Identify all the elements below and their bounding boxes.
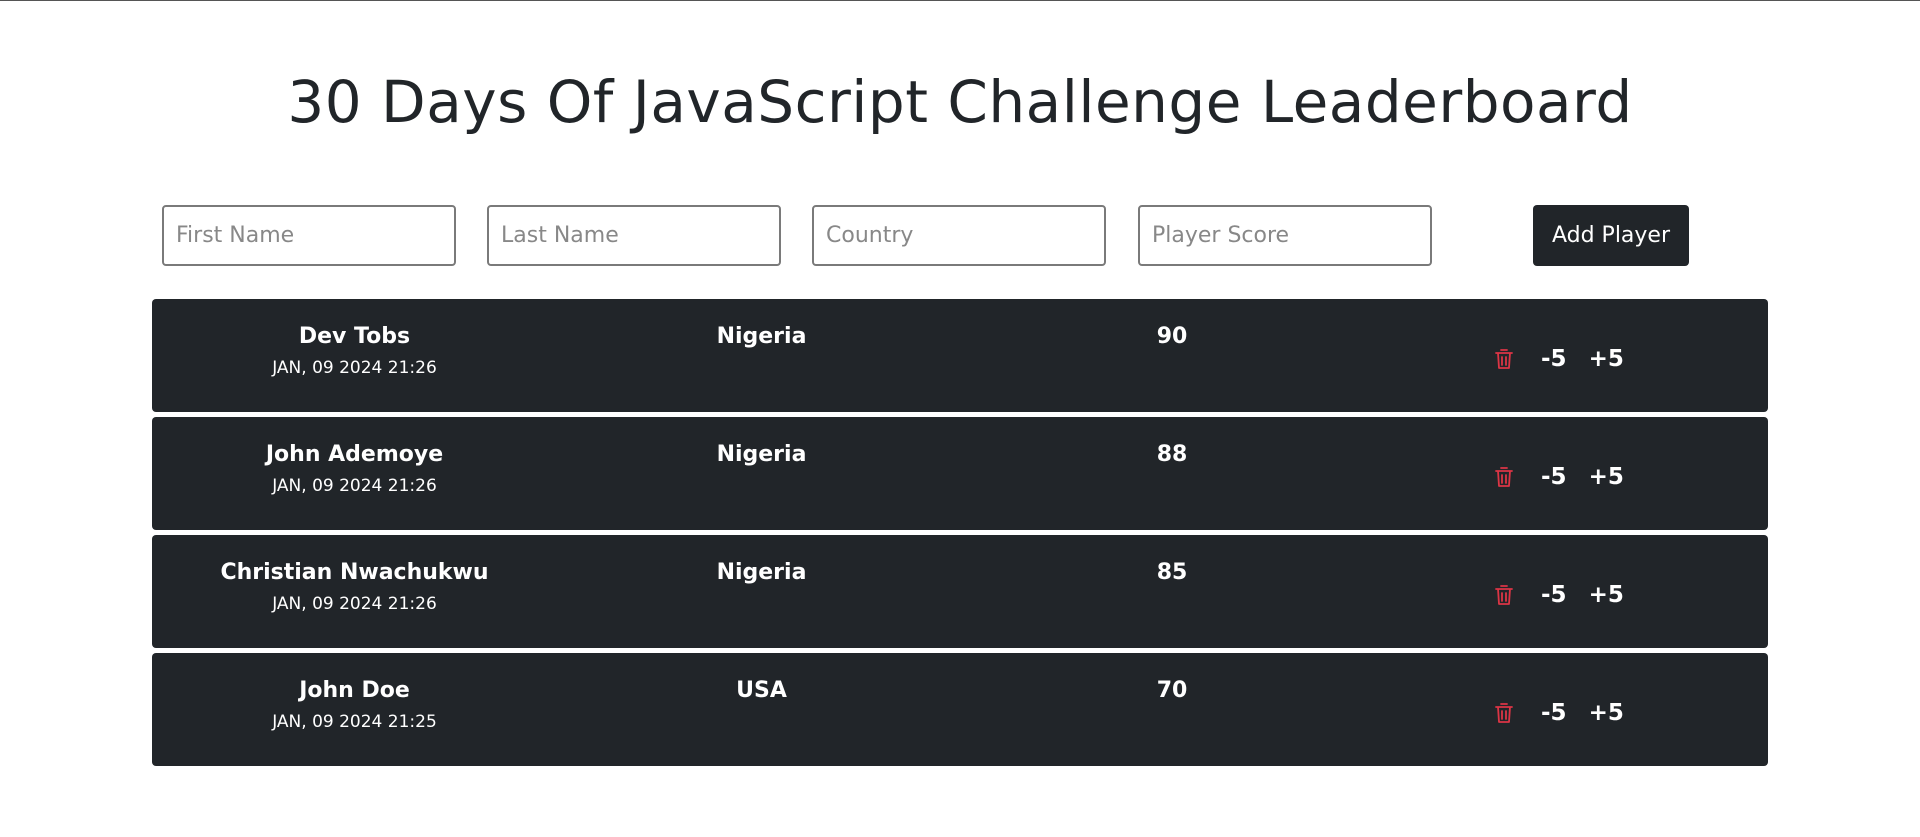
trash-icon[interactable] (1492, 582, 1516, 608)
player-country: Nigeria (716, 442, 807, 467)
player-row: Dev Tobs JAN, 09 2024 21:26 Nigeria 90 -… (152, 299, 1768, 412)
player-name-cell: Dev Tobs JAN, 09 2024 21:26 (207, 323, 502, 379)
decrease-score-button[interactable]: -5 (1541, 698, 1567, 728)
player-name: John Ademoye (265, 442, 444, 467)
player-name-cell: Christian Nwachukwu JAN, 09 2024 21:26 (207, 559, 502, 615)
page-title: 30 Days Of JavaScript Challenge Leaderbo… (287, 68, 1633, 136)
player-name: John Doe (299, 678, 410, 703)
player-actions: -5 +5 (1492, 461, 1624, 493)
leaderboard: Dev Tobs JAN, 09 2024 21:26 Nigeria 90 -… (152, 299, 1768, 771)
trash-icon[interactable] (1492, 346, 1516, 372)
decrease-score-button[interactable]: -5 (1541, 580, 1567, 610)
player-date: JAN, 09 2024 21:26 (272, 358, 437, 378)
player-actions: -5 +5 (1492, 579, 1624, 611)
player-score: 70 (1156, 678, 1188, 703)
country-input[interactable] (812, 205, 1106, 266)
player-row: John Ademoye JAN, 09 2024 21:26 Nigeria … (152, 417, 1768, 530)
player-score: 90 (1156, 324, 1188, 349)
player-score: 85 (1156, 560, 1188, 585)
add-player-button[interactable]: Add Player (1533, 205, 1689, 266)
player-score: 88 (1156, 442, 1188, 467)
player-score-input[interactable] (1138, 205, 1432, 266)
increase-score-button[interactable]: +5 (1589, 462, 1624, 492)
player-country: USA (736, 678, 787, 703)
decrease-score-button[interactable]: -5 (1541, 344, 1567, 374)
increase-score-button[interactable]: +5 (1589, 698, 1624, 728)
increase-score-button[interactable]: +5 (1589, 580, 1624, 610)
decrease-score-button[interactable]: -5 (1541, 462, 1567, 492)
last-name-input[interactable] (487, 205, 781, 266)
player-date: JAN, 09 2024 21:25 (272, 712, 437, 732)
player-date: JAN, 09 2024 21:26 (272, 594, 437, 614)
player-country: Nigeria (716, 560, 807, 585)
player-country: Nigeria (716, 324, 807, 349)
add-player-form: Add Player (0, 205, 1920, 266)
player-name-cell: John Doe JAN, 09 2024 21:25 (207, 677, 502, 733)
player-date: JAN, 09 2024 21:26 (272, 476, 437, 496)
trash-icon[interactable] (1492, 464, 1516, 490)
player-name-cell: John Ademoye JAN, 09 2024 21:26 (207, 441, 502, 497)
player-name: Dev Tobs (298, 324, 411, 349)
first-name-input[interactable] (162, 205, 456, 266)
trash-icon[interactable] (1492, 700, 1516, 726)
player-row: Christian Nwachukwu JAN, 09 2024 21:26 N… (152, 535, 1768, 648)
player-actions: -5 +5 (1492, 343, 1624, 375)
increase-score-button[interactable]: +5 (1589, 344, 1624, 374)
player-row: John Doe JAN, 09 2024 21:25 USA 70 -5 +5 (152, 653, 1768, 766)
player-name: Christian Nwachukwu (220, 560, 489, 585)
player-actions: -5 +5 (1492, 697, 1624, 729)
